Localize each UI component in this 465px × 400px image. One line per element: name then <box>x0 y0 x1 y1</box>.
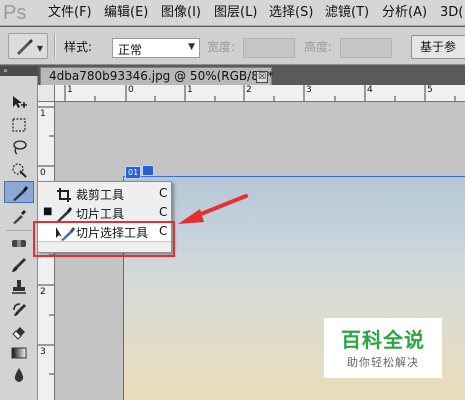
eraser-icon <box>12 327 25 340</box>
ruler-tick-label: 1 <box>187 85 193 95</box>
marquee-icon <box>12 118 26 132</box>
slices-from-guides-button[interactable]: 基于参 <box>411 35 465 59</box>
marquee-tool[interactable] <box>4 114 34 136</box>
document-tab[interactable]: 4dba780b93346.jpg @ 50%(RGB/8) * ☒ <box>40 67 274 85</box>
flyout-item-slice[interactable]: ■ 切片工具 C <box>38 203 171 223</box>
clone-stamp-tool[interactable] <box>4 276 34 298</box>
lasso-tool[interactable] <box>4 136 34 158</box>
blur-tool[interactable] <box>4 364 34 386</box>
flyout-item-shortcut: C <box>159 205 168 219</box>
ruler-tick-label: 4 <box>367 85 373 95</box>
ruler-tick-label: 2 <box>246 85 252 95</box>
ruler-tick-label: 1 <box>40 109 46 119</box>
width-label: 宽度: <box>207 40 236 54</box>
divider <box>6 230 32 231</box>
divider <box>54 34 56 58</box>
horizontal-ruler[interactable]: 1 0 1 2 3 4 5 <box>55 85 465 102</box>
width-field[interactable] <box>243 38 295 58</box>
move-icon <box>13 96 27 108</box>
flyout-item-shortcut: C <box>159 186 168 200</box>
options-bar: ▼ 样式: 正常 ▼ 宽度: 高度: 基于参 <box>0 27 465 65</box>
menu-layer[interactable]: 图层(L) <box>214 0 257 26</box>
chevron-down-icon: ▼ <box>36 44 43 53</box>
slice-number: 01 <box>125 166 142 179</box>
watermark-subtitle: 助你轻松解决 <box>347 356 419 369</box>
menu-3d[interactable]: 3D( <box>440 0 463 26</box>
style-select[interactable]: 正常 ▼ <box>112 38 200 58</box>
photoshop-logo: Ps <box>3 2 27 24</box>
ruler-tick-label: 0 <box>128 85 134 95</box>
document-tab-title: 4dba780b93346.jpg @ 50%(RGB/8) * <box>49 69 274 83</box>
brush-tool[interactable] <box>4 254 34 276</box>
style-label: 样式: <box>64 40 93 54</box>
slice-icon <box>57 207 72 222</box>
quick-selection-tool[interactable] <box>4 158 34 180</box>
toolbox-collapse-handle[interactable]: » <box>0 66 38 76</box>
ruler-tick-label: 1 <box>67 85 73 95</box>
eraser-tool[interactable] <box>4 320 34 342</box>
flyout-item-label: 裁剪工具 <box>76 188 125 202</box>
tool-preset-picker[interactable]: ▼ <box>8 33 48 59</box>
quick-selection-icon <box>12 163 27 178</box>
menu-filter[interactable]: 滤镜(T) <box>325 0 369 26</box>
watermark-logo: 百科全说 助你轻松解决 <box>324 318 442 378</box>
menu-bar: Ps 文件(F) 编辑(E) 图像(I) 图层(L) 选择(S) 滤镜(T) 分… <box>0 0 465 26</box>
flyout-item-label: 切片工具 <box>76 207 125 221</box>
flyout-item-crop[interactable]: 裁剪工具 C <box>38 184 171 204</box>
ruler-tick-label: 5 <box>427 85 433 95</box>
menu-file[interactable]: 文件(F) <box>48 0 92 26</box>
ruler-tick-label: 3 <box>40 347 46 357</box>
slice-image-icon <box>142 165 155 176</box>
height-label: 高度: <box>304 40 333 54</box>
eyedropper-icon <box>13 210 26 224</box>
ruler-ticks <box>64 85 456 101</box>
ruler-tick-label: 3 <box>306 85 312 95</box>
ruler-tick-label: 0 <box>40 168 46 178</box>
crop-icon <box>57 188 71 202</box>
style-select-value: 正常 <box>118 43 143 57</box>
menu-analysis[interactable]: 分析(A) <box>382 0 427 26</box>
chevron-down-icon: ▼ <box>188 42 195 52</box>
move-tool[interactable] <box>4 92 34 114</box>
close-icon[interactable]: ☒ <box>256 71 268 83</box>
height-field[interactable] <box>340 38 392 58</box>
drop-icon <box>14 368 24 382</box>
brush-icon <box>12 258 26 272</box>
history-brush-tool[interactable] <box>4 298 34 320</box>
active-tool-bullet: ■ <box>43 206 53 217</box>
eyedropper-tool[interactable] <box>4 205 34 227</box>
slice-badge[interactable]: 01 <box>125 164 155 179</box>
ruler-origin[interactable] <box>38 85 55 102</box>
menu-image[interactable]: 图像(I) <box>161 0 201 26</box>
watermark-title: 百科全说 <box>341 328 425 352</box>
slice-tool[interactable] <box>4 181 34 203</box>
gradient-icon <box>11 347 27 359</box>
slice-select-icon <box>17 39 33 55</box>
stamp-icon <box>12 280 26 294</box>
bandage-icon <box>12 240 26 247</box>
spot-healing-tool[interactable] <box>4 232 34 254</box>
gradient-tool[interactable] <box>4 342 34 364</box>
history-brush-icon <box>13 303 26 316</box>
annotation-highlight-box <box>33 221 175 257</box>
ruler-tick-label: 2 <box>40 287 46 297</box>
slice-icon <box>13 186 28 201</box>
menu-edit[interactable]: 编辑(E) <box>104 0 148 26</box>
menu-select[interactable]: 选择(S) <box>269 0 313 26</box>
lasso-icon <box>13 140 27 155</box>
